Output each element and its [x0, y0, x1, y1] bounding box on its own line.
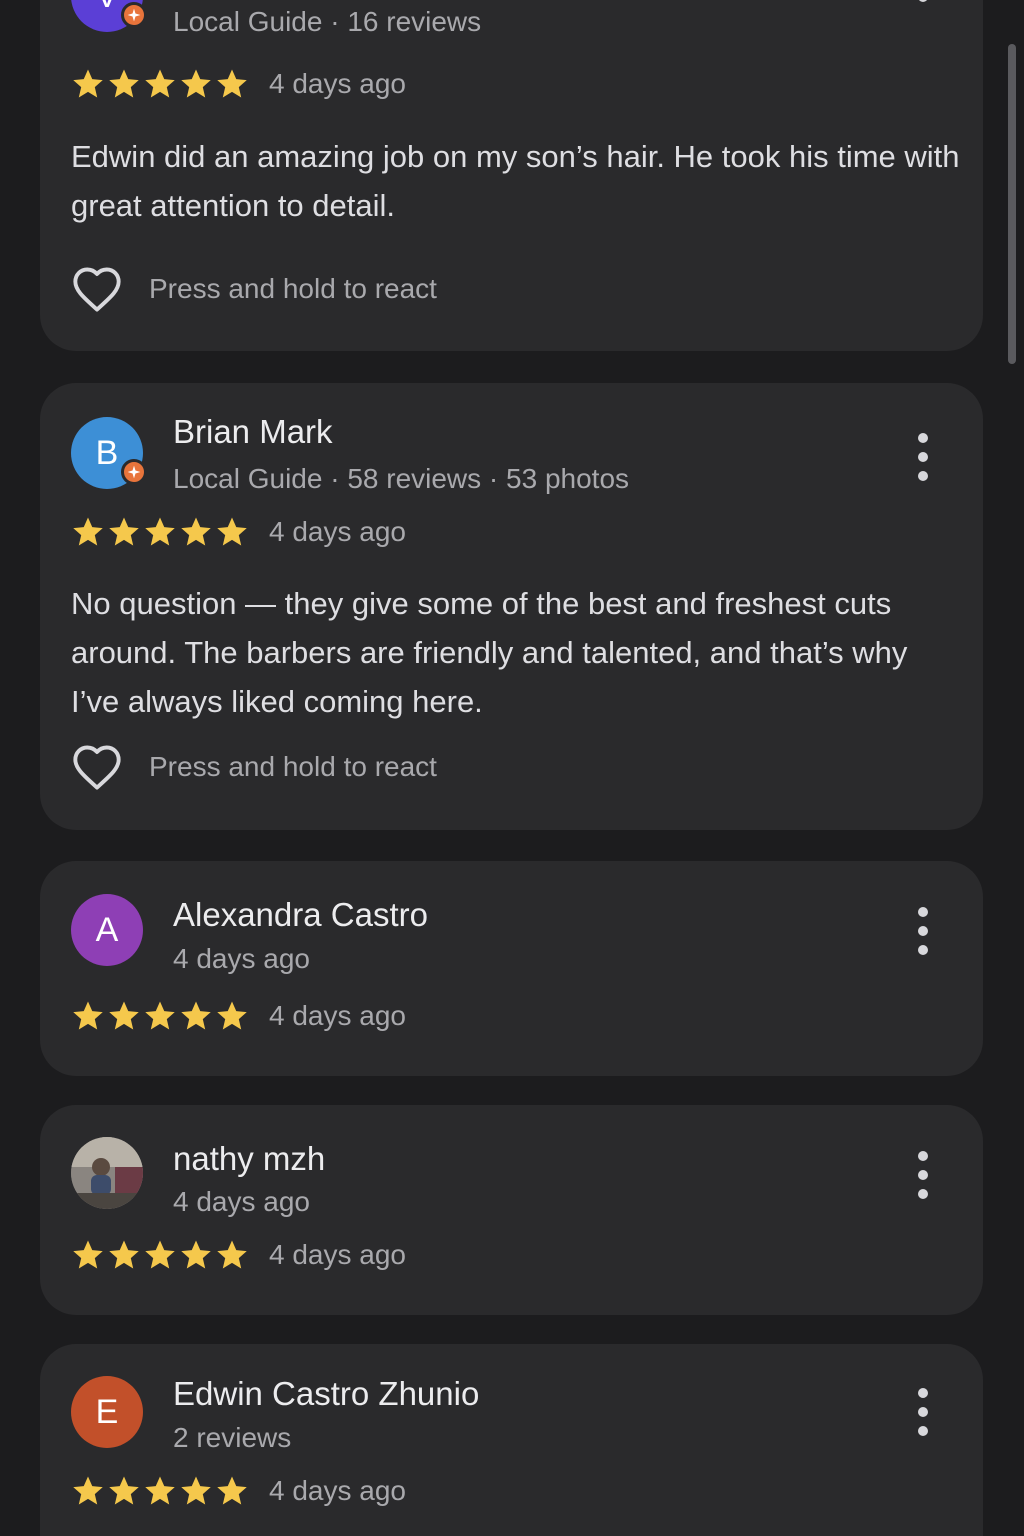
profile-photo-icon: [71, 1137, 143, 1209]
star-icon: [217, 517, 247, 546]
review-card: E Edwin Castro Zhunio 2 reviews 4 days a…: [40, 1344, 983, 1536]
review-card: A Alexandra Castro 4 days ago 4 days ago: [40, 861, 983, 1076]
more-options-button[interactable]: [911, 907, 935, 955]
more-options-button[interactable]: [911, 0, 935, 2]
avatar-photo[interactable]: [71, 1137, 143, 1209]
review-card: V Local Guide · 16 reviews 4 days ago Ed…: [40, 0, 983, 351]
avatar[interactable]: E: [71, 1376, 143, 1448]
star-icon: [109, 1476, 139, 1505]
reviewer-name[interactable]: Edwin Castro Zhunio: [173, 1375, 479, 1413]
star-icon: [181, 1001, 211, 1030]
avatar[interactable]: B: [71, 417, 147, 489]
local-guide-badge-icon: [121, 459, 147, 485]
star-icon: [145, 1001, 175, 1030]
star-icon: [181, 1240, 211, 1269]
more-options-button[interactable]: [911, 1151, 935, 1199]
reviewer-meta: 4 days ago: [173, 1186, 310, 1217]
review-time: 4 days ago: [269, 1000, 406, 1031]
scrollbar[interactable]: [1008, 44, 1016, 364]
star-rating: [71, 1238, 249, 1272]
reviewer-name[interactable]: Brian Mark: [173, 413, 333, 451]
star-rating: [71, 67, 249, 101]
reviewer-meta: 2 reviews: [173, 1422, 292, 1453]
star-icon: [109, 517, 139, 546]
review-text: Edwin did an amazing job on my son’s hai…: [71, 139, 960, 223]
reviews-list[interactable]: V Local Guide · 16 reviews 4 days ago Ed…: [0, 0, 1024, 1536]
rating-row: 4 days ago: [71, 1238, 406, 1272]
reviewer-name[interactable]: Alexandra Castro: [173, 896, 428, 934]
react-label: Press and hold to react: [149, 273, 437, 304]
star-icon: [217, 1476, 247, 1505]
star-icon: [73, 1001, 103, 1030]
react-button[interactable]: Press and hold to react: [71, 265, 437, 313]
review-text: No question — they give some of the best…: [71, 586, 908, 719]
star-icon: [109, 1240, 139, 1269]
avatar[interactable]: A: [71, 894, 143, 966]
star-icon: [145, 1476, 175, 1505]
rating-row: 4 days ago: [71, 515, 406, 549]
star-icon: [109, 1001, 139, 1030]
star-rating: [71, 999, 249, 1033]
star-icon: [181, 517, 211, 546]
more-options-button[interactable]: [911, 433, 935, 481]
star-icon: [73, 1476, 103, 1505]
star-rating: [71, 1474, 249, 1508]
heart-icon: [73, 745, 121, 790]
star-icon: [145, 1240, 175, 1269]
avatar[interactable]: V: [71, 0, 147, 32]
rating-row: 4 days ago: [71, 1474, 406, 1508]
star-icon: [73, 69, 103, 98]
rating-row: 4 days ago: [71, 999, 406, 1033]
reviewer-meta: Local Guide · 16 reviews: [173, 6, 482, 37]
review-time: 4 days ago: [269, 1475, 406, 1506]
avatar-letter: A: [95, 910, 119, 949]
reviewer-meta: 4 days ago: [173, 943, 310, 974]
reviewer-name[interactable]: nathy mzh: [173, 1140, 325, 1178]
local-guide-badge-icon: [121, 2, 147, 28]
heart-icon: [73, 267, 121, 312]
star-icon: [145, 69, 175, 98]
avatar-letter: B: [95, 433, 119, 472]
star-icon: [73, 1240, 103, 1269]
rating-row: 4 days ago: [71, 67, 406, 101]
react-button[interactable]: Press and hold to react: [71, 743, 437, 791]
star-icon: [181, 69, 211, 98]
avatar-letter: V: [96, 0, 119, 16]
star-icon: [217, 1240, 247, 1269]
review-time: 4 days ago: [269, 1239, 406, 1270]
star-icon: [181, 1476, 211, 1505]
react-label: Press and hold to react: [149, 751, 437, 782]
more-options-button[interactable]: [911, 1388, 935, 1436]
star-rating: [71, 515, 249, 549]
star-icon: [217, 1001, 247, 1030]
reviewer-meta: Local Guide · 58 reviews · 53 photos: [173, 463, 630, 494]
review-time: 4 days ago: [269, 68, 406, 99]
avatar-letter: E: [95, 1392, 119, 1431]
star-icon: [73, 517, 103, 546]
star-icon: [145, 517, 175, 546]
review-time: 4 days ago: [269, 516, 406, 547]
review-card: nathy mzh 4 days ago 4 days ago: [40, 1105, 983, 1315]
review-card: B Brian Mark Local Guide · 58 reviews · …: [40, 383, 983, 830]
star-icon: [217, 69, 247, 98]
star-icon: [109, 69, 139, 98]
